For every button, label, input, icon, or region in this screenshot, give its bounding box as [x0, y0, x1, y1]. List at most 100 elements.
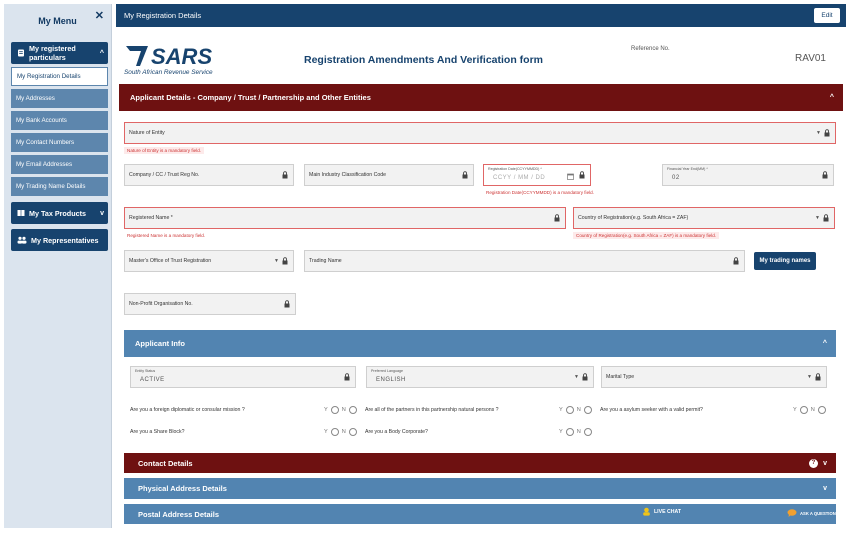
- yes-no-asylum-seeker: Y N: [793, 406, 826, 414]
- top-bar: My Registration Details Edit: [116, 4, 846, 27]
- speech-bubble-icon: [787, 509, 797, 517]
- yes-no-body-corporate: Y N: [559, 428, 592, 436]
- live-chat-label: LIVE CHAT: [654, 508, 681, 515]
- field-label: Registration Date(CCYYMMDD) *: [488, 167, 542, 171]
- section-title: Physical Address Details: [138, 484, 227, 493]
- people-icon: [17, 236, 27, 244]
- yes-radio[interactable]: [799, 406, 808, 414]
- lock-icon: [462, 171, 468, 179]
- sidebar-item-email-addresses[interactable]: My Email Addresses: [11, 155, 108, 174]
- sidebar-item-registered-particulars[interactable]: My registered particulars ^: [11, 42, 108, 64]
- calendar-icon[interactable]: [567, 173, 574, 180]
- chevron-up-icon: ^: [822, 340, 827, 347]
- trading-name-field[interactable]: Trading Name: [304, 250, 745, 272]
- lock-icon: [822, 171, 828, 179]
- applicant-info-header[interactable]: Applicant Info ^: [124, 330, 836, 357]
- company-reg-no-field[interactable]: Company / CC / Trust Reg No.: [124, 164, 294, 186]
- document-icon: [17, 49, 25, 57]
- lock-icon: [344, 373, 350, 381]
- country-of-registration-select[interactable]: Country of Registration(e.g. South Afric…: [573, 207, 835, 229]
- registered-name-error: Registered Name is a mandatory field.: [127, 233, 206, 238]
- edit-button[interactable]: Edit: [814, 8, 840, 23]
- yes-label: Y: [793, 407, 797, 413]
- sidebar-item-addresses[interactable]: My Addresses: [11, 89, 108, 108]
- ask-question-button[interactable]: ASK A QUESTION: [787, 509, 836, 517]
- main-content: My Registration Details Edit SARS South …: [116, 4, 846, 528]
- ask-question-label: ASK A QUESTION: [800, 510, 836, 516]
- sidebar-item-tax-products[interactable]: My Tax Products v: [11, 202, 108, 224]
- close-menu-icon[interactable]: ✕: [95, 9, 104, 22]
- postal-address-header[interactable]: Postal Address Details: [124, 504, 836, 524]
- financial-year-end-field[interactable]: Financial Year End(MM) * 02: [662, 164, 834, 186]
- sars-logo: SARS South African Revenue Service: [124, 42, 234, 78]
- live-chat-button[interactable]: LIVE CHAT: [642, 507, 681, 516]
- yes-radio[interactable]: [330, 428, 339, 436]
- logo-text: SARS: [151, 44, 212, 69]
- sidebar-menu: My Menu ✕ My registered particulars ^ My…: [4, 4, 112, 528]
- no-radio[interactable]: [583, 428, 592, 436]
- registered-particulars-group: My registered particulars ^ My Registrat…: [11, 42, 108, 196]
- applicant-details-header[interactable]: Applicant Details - Company / Trust / Pa…: [119, 84, 843, 111]
- nature-of-entity-select[interactable]: Nature of Entity ▼: [124, 122, 836, 144]
- main-industry-code-field[interactable]: Main Industry Classification Code: [304, 164, 474, 186]
- no-label: N: [576, 429, 581, 435]
- no-radio[interactable]: [583, 406, 592, 414]
- section-title: Postal Address Details: [138, 509, 220, 519]
- field-label: Country of Registration(e.g. South Afric…: [578, 215, 689, 221]
- chevron-down-icon: v: [823, 459, 827, 467]
- dropdown-caret-icon: ▼: [815, 215, 820, 221]
- section-title: Applicant Details - Company / Trust / Pa…: [130, 93, 371, 102]
- yes-label: Y: [559, 407, 563, 413]
- no-label: N: [810, 407, 815, 413]
- entity-status-field[interactable]: Entity Status ACTIVE: [130, 366, 356, 388]
- no-radio[interactable]: [817, 406, 826, 414]
- lock-icon: [282, 171, 288, 179]
- yes-no-natural-persons: Y N: [559, 406, 592, 414]
- logo-subtitle: South African Revenue Service: [124, 69, 213, 76]
- no-radio[interactable]: [348, 428, 357, 436]
- registered-name-field[interactable]: Registered Name *: [124, 207, 566, 229]
- country-of-registration-error: Country of Registration(e.g. South Afric…: [573, 232, 720, 239]
- my-trading-names-button[interactable]: My trading names: [754, 252, 816, 270]
- representatives-group: My Representatives: [11, 229, 108, 251]
- lock-icon: [823, 214, 829, 222]
- physical-address-header[interactable]: Physical Address Details v: [124, 478, 836, 499]
- lock-icon: [282, 257, 288, 265]
- field-label: Master's Office of Trust Registration: [129, 258, 212, 264]
- preferred-language-select[interactable]: Preferred Language ENGLISH ▼: [366, 366, 594, 388]
- sidebar-item-registration-details[interactable]: My Registration Details: [11, 67, 108, 86]
- sidebar-item-label: My Representatives: [31, 235, 99, 245]
- npo-number-field[interactable]: Non-Profit Organisation No.: [124, 293, 296, 315]
- chevron-up-icon: ^: [99, 49, 104, 57]
- field-label: Preferred Language: [371, 369, 403, 373]
- section-title: Applicant Info: [135, 339, 185, 348]
- no-label: N: [341, 407, 346, 413]
- page-title: My Registration Details: [124, 11, 202, 20]
- field-label: Marital Type: [606, 374, 635, 380]
- marital-type-select[interactable]: Marital Type ▼: [601, 366, 827, 388]
- sidebar-item-bank-accounts[interactable]: My Bank Accounts: [11, 111, 108, 130]
- sidebar-item-label: My registered particulars: [29, 44, 76, 62]
- sidebar-item-trading-name-details[interactable]: My Trading Name Details: [11, 177, 108, 196]
- lock-icon: [824, 129, 830, 137]
- sidebar-item-contact-numbers[interactable]: My Contact Numbers: [11, 133, 108, 152]
- chat-person-icon: [643, 507, 650, 516]
- no-label: N: [341, 429, 346, 435]
- dropdown-caret-icon: ▼: [816, 130, 821, 136]
- date-placeholder: CCYY / MM / DD: [493, 175, 546, 181]
- registration-date-field[interactable]: Registration Date(CCYYMMDD) * CCYY / MM …: [483, 164, 591, 186]
- yes-radio[interactable]: [565, 428, 574, 436]
- no-radio[interactable]: [348, 406, 357, 414]
- yes-radio[interactable]: [565, 406, 574, 414]
- yes-label: Y: [559, 429, 563, 435]
- field-label: Registered Name *: [129, 215, 173, 221]
- yes-radio[interactable]: [330, 406, 339, 414]
- help-icon[interactable]: ?: [809, 458, 818, 468]
- book-icon: [17, 209, 25, 217]
- sidebar-item-representatives[interactable]: My Representatives: [11, 229, 108, 251]
- dropdown-caret-icon: ▼: [574, 374, 579, 380]
- contact-details-header[interactable]: Contact Details ? v: [124, 453, 836, 473]
- masters-office-select[interactable]: Master's Office of Trust Registration ▼: [124, 250, 294, 272]
- sidebar-header: My Menu ✕: [4, 4, 111, 38]
- reference-value: RAV01: [795, 53, 826, 64]
